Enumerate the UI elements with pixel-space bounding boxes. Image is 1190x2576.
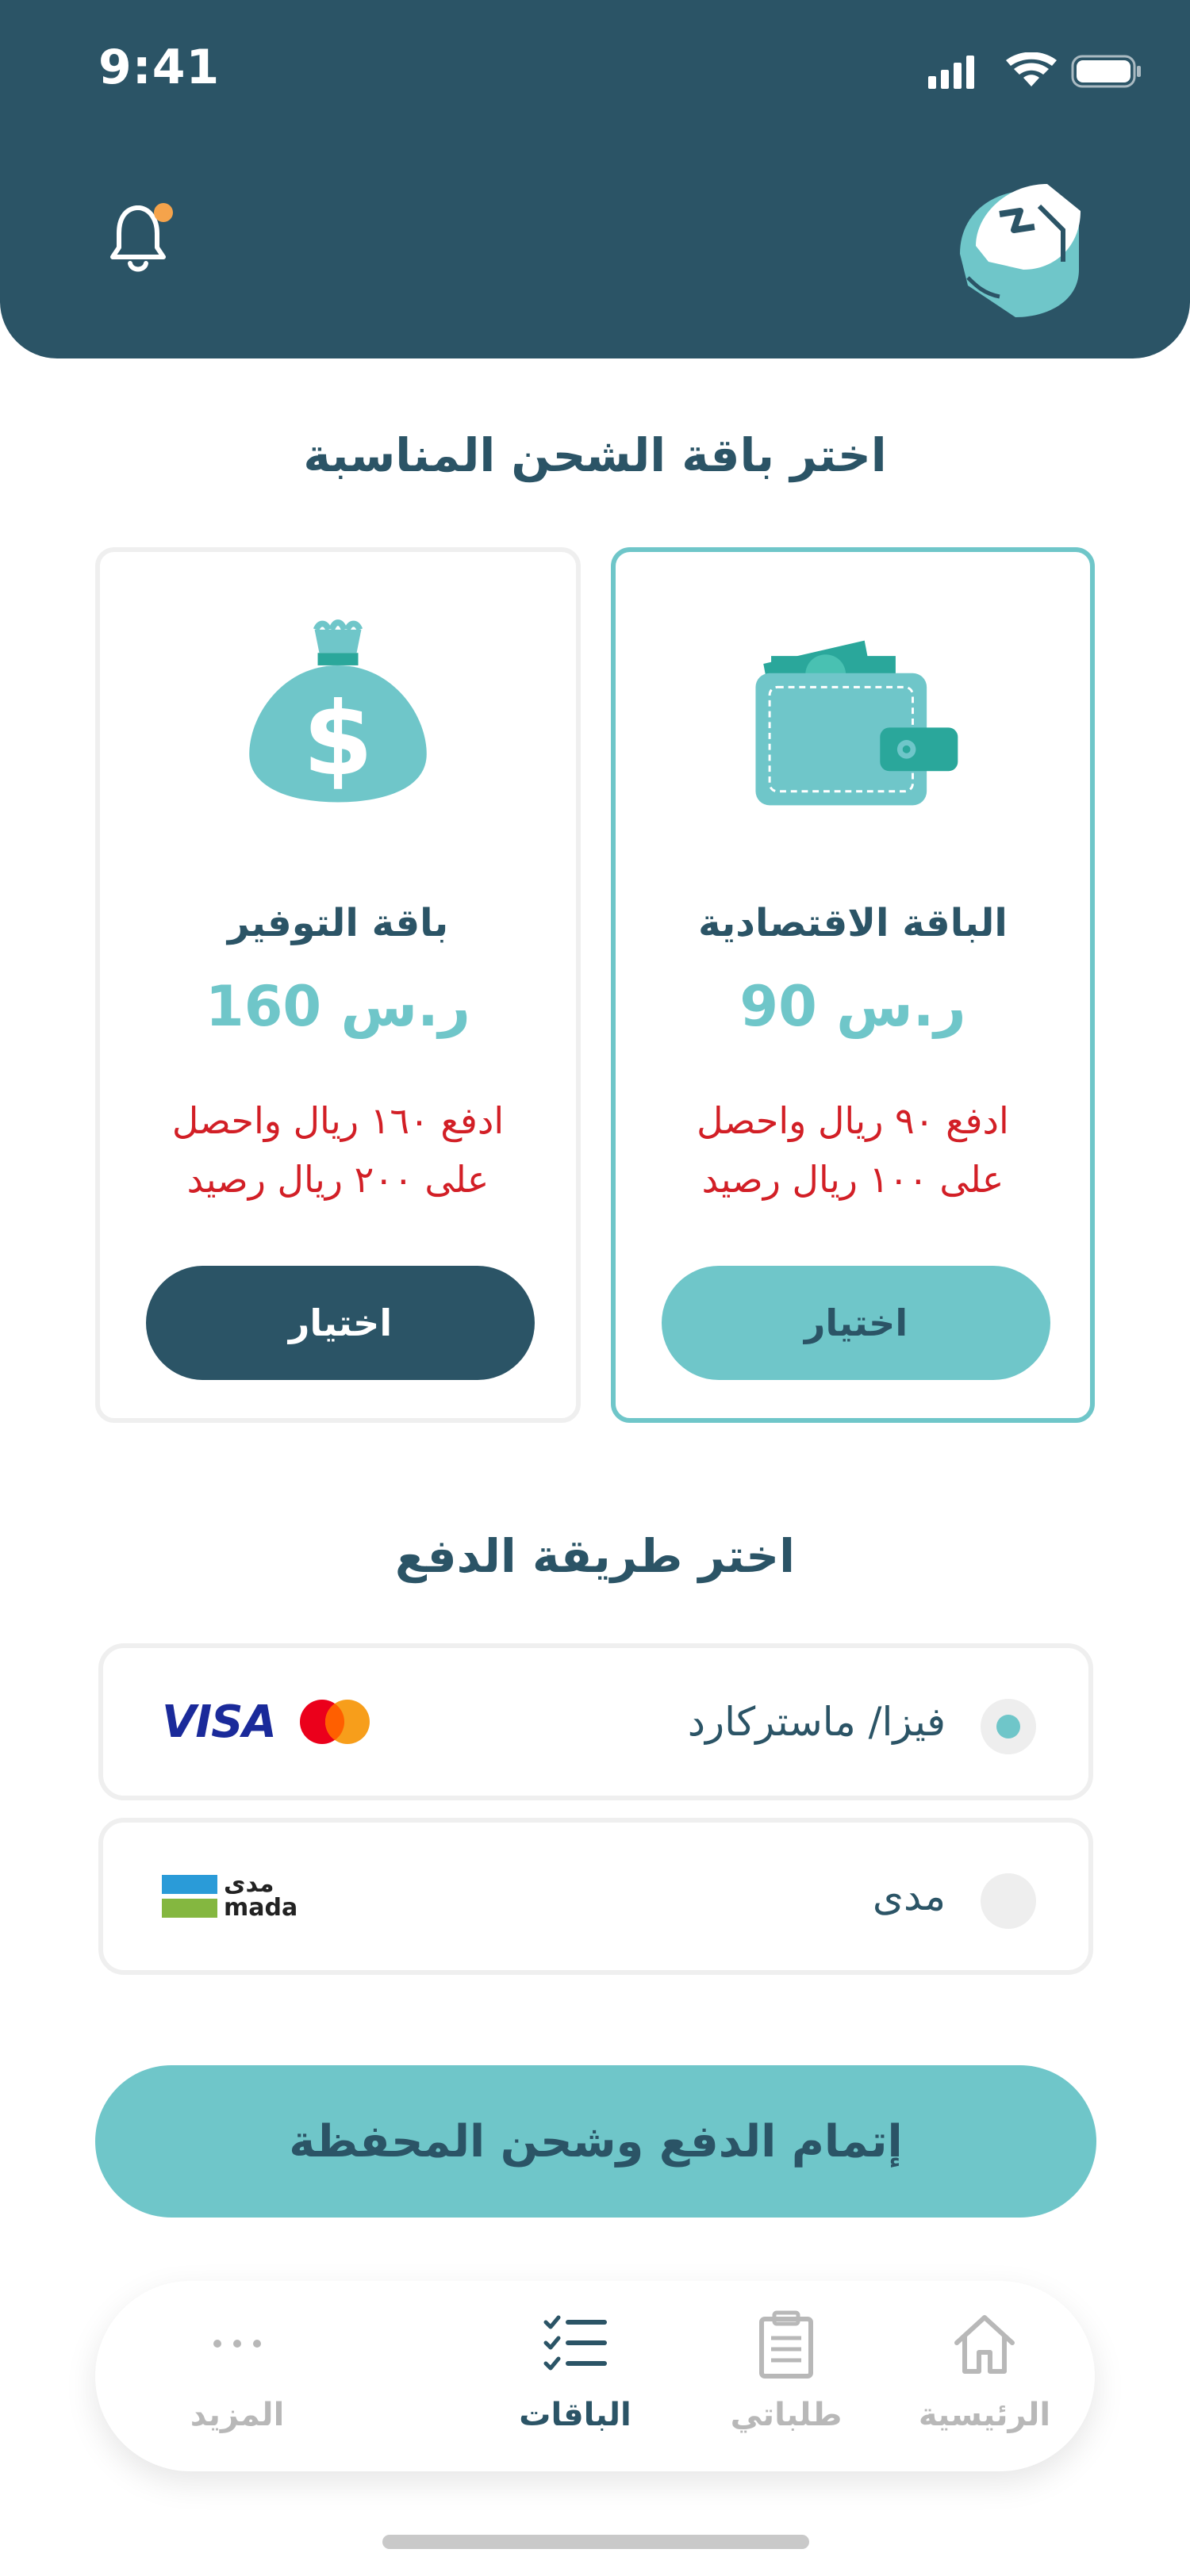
home-icon [954,2315,1015,2374]
package-description: ادفع ١٦٠ ريال واحصل على ٢٠٠ ريال رصيد [132,1091,544,1209]
notification-badge [154,203,173,222]
payment-option-visa-mastercard[interactable]: فيزا/ ماستركارد VISA [98,1643,1093,1800]
packages-section-title: اختر باقة الشحن المناسبة [303,428,887,482]
home-indicator [382,2535,809,2549]
mada-logo-bars-icon [162,1875,217,1918]
package-description-line-1: ادفع ١٦٠ ريال واحصل [171,1099,505,1142]
app-logo-icon [960,184,1081,317]
package-description: ادفع ٩٠ ريال واحصل على ١٠٠ ريال رصيد [647,1091,1058,1209]
radio-button-selected[interactable] [981,1699,1036,1754]
package-name: الباقة الاقتصادية [698,901,1008,945]
complete-payment-button[interactable]: إتمام الدفع وشحن المحفظة [95,2065,1096,2218]
radio-dot [996,1715,1020,1738]
mada-logo-text-en: mada [224,1894,298,1922]
status-bar-time: 9:41 [98,40,221,95]
money-bag-icon: $ [249,619,427,803]
select-economic-package-button[interactable]: اختيار [662,1266,1050,1380]
payment-section-title: اختر طريقة الدفع [395,1529,795,1583]
nav-item-packages[interactable]: الباقات [476,2281,674,2471]
wifi-icon [1006,52,1057,86]
payment-option-mada[interactable]: مدى مدى mada [98,1818,1093,1975]
package-description-line-1: ادفع ٩٠ ريال واحصل [697,1099,1009,1142]
card-logos: VISA [162,1648,374,1796]
battery-icon [1071,55,1141,88]
mada-logo-text-ar: مدى [224,1870,274,1898]
package-price: 160 ر.س [205,974,470,1039]
package-price: 90 ر.س [739,974,966,1039]
package-card-savings[interactable]: $ باقة التوفير 160 ر.س ادفع ١٦٠ ريال واح… [95,547,581,1423]
package-card-economic[interactable]: الباقة الاقتصادية 90 ر.س ادفع ٩٠ ريال وا… [611,547,1095,1423]
radio-button-unselected[interactable] [981,1873,1036,1929]
nav-label: طلباتي [730,2397,843,2433]
nav-item-more[interactable]: المزيد [138,2281,336,2471]
packages-checklist-icon [543,2315,607,2371]
nav-label: الرئيسية [918,2397,1051,2433]
status-bar-icons [928,52,1141,89]
payment-option-label: مدى [872,1873,946,1919]
select-savings-package-button[interactable]: اختيار [146,1266,535,1380]
svg-text:$: $ [303,681,374,799]
notification-bell-icon[interactable] [106,198,173,278]
visa-logo: VISA [162,1696,277,1748]
wallet-icon [755,640,958,806]
nav-item-home[interactable]: الرئيسية [885,2281,1084,2471]
package-description-line-2: على ٢٠٠ ريال رصيد [186,1158,489,1201]
package-name: باقة التوفير [227,901,449,945]
mastercard-logo-icon [299,1700,370,1744]
more-dots-icon [213,2340,261,2348]
cellular-signal-icon [928,56,974,89]
bottom-navigation-bar: الرئيسية طلباتي الباقات المزيد [95,2281,1095,2471]
nav-label: الباقات [519,2397,631,2433]
package-description-line-2: على ١٠٠ ريال رصيد [701,1158,1004,1201]
nav-item-orders[interactable]: طلباتي [687,2281,885,2471]
payment-option-label: فيزا/ ماستركارد [687,1699,946,1745]
mada-logo: مدى mada [162,1823,298,1970]
nav-label: المزيد [190,2397,285,2433]
orders-clipboard-icon [759,2310,813,2379]
